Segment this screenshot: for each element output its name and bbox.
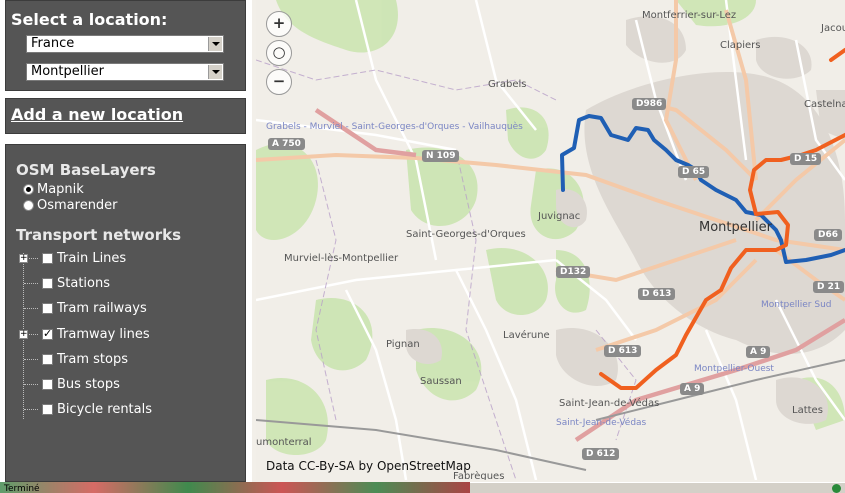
base-layer-label: Mapnik [37,182,84,197]
place-label: Juvignac [538,211,581,222]
zoom-in-button[interactable]: + [266,11,292,37]
zoom-world-icon[interactable]: ○ [267,41,291,65]
radio-unselected-icon[interactable] [23,200,34,211]
railway-label: Saint-Jean-de-Védas [556,418,647,428]
zoom-world-button[interactable]: ○ [266,40,292,66]
road-shield: D 613 [638,288,676,300]
radio-selected-icon[interactable] [23,184,34,195]
road-shield: A 9 [746,346,771,358]
zoom-out-button[interactable]: − [266,69,292,95]
transport-networks-title: Transport networks [16,226,182,244]
city-select-value: Montpellier [31,64,104,79]
layer-item-tramway-lines[interactable]: + Tramway lines [16,326,236,344]
layer-label: Stations [57,276,110,291]
status-bar-right [470,482,845,493]
location-title: Select a location: [11,10,168,29]
decorative-background [0,482,470,493]
place-label: Jacou [821,23,845,34]
road-shield: D 15 [790,153,822,165]
layer-label: Tram railways [57,301,147,316]
base-layer-osmarender[interactable]: Osmarender [23,199,118,215]
browser-status-bar: Terminé [0,482,845,493]
road-shield: D66 [814,229,842,241]
tree-connector [24,359,38,360]
place-label: Pignan [386,339,420,350]
layer-item-tram-railways[interactable]: Tram railways [16,300,236,318]
station-label: Montpellier-Ouest [694,364,774,374]
place-label: Lavérune [503,330,550,341]
sidebar: Select a location: France Montpellier Ad… [0,0,252,482]
station-label: Montpellier Sud [761,300,832,310]
country-select[interactable]: France [26,35,224,53]
place-label: Castelnau [804,99,845,110]
add-location-link[interactable]: Add a new location [11,105,183,124]
city-select[interactable]: Montpellier [26,63,224,81]
layer-label: Tramway lines [57,327,150,342]
layer-item-tram-stops[interactable]: Tram stops [16,351,236,369]
layer-label: Train Lines [57,251,127,266]
chevron-down-icon[interactable] [208,65,222,79]
layer-checkbox-checked[interactable] [42,327,53,340]
layer-checkbox[interactable] [42,404,53,415]
layer-label: Bus stops [57,377,120,392]
chevron-down-icon[interactable] [208,37,222,51]
location-panel: Select a location: France Montpellier [5,0,246,91]
road-shield: D 612 [582,448,620,460]
base-layer-mapnik[interactable]: Mapnik [23,183,84,199]
layer-label: Tram stops [57,352,128,367]
add-location-panel: Add a new location [5,98,246,134]
layer-checkbox[interactable] [42,303,53,314]
tree-connector [24,384,38,385]
road-shield: D132 [556,266,591,278]
place-label: Saussan [420,376,462,387]
road-shield: A 9 [680,383,705,395]
zoom-in-icon[interactable]: + [267,12,291,36]
layer-label: Bicycle rentals [57,402,153,417]
place-label: Lattes [792,405,823,416]
road-shield: D 65 [678,166,710,178]
layer-item-bicycle-rentals[interactable]: Bicycle rentals [16,401,236,419]
place-label: Saint-Jean-de-Védas [559,398,660,409]
base-layer-label: Osmarender [37,198,118,213]
status-text: Terminé [4,484,40,493]
place-label: Saint-Georges-d'Orques [406,229,526,240]
expand-plus-icon[interactable]: + [19,330,28,339]
layer-item-train-lines[interactable]: + Train Lines [16,250,236,268]
zoom-out-icon[interactable]: − [267,70,291,94]
layer-checkbox[interactable] [42,354,53,365]
road-shield: D986 [632,98,667,110]
place-label: Clapiers [720,40,761,51]
layer-switcher-panel: OSM BaseLayers Mapnik Osmarender Transpo… [5,144,246,482]
place-label: umonterral [256,437,312,448]
map-view[interactable]: + ○ − Montferrier-sur-Lez Clapiers Jacou… [256,0,845,480]
tree-connector [24,308,38,309]
layer-checkbox[interactable] [42,278,53,289]
road-shield: D 21 [813,281,845,293]
place-label: Grabels [488,79,527,90]
road-shield: D 613 [604,345,642,357]
layer-item-stations[interactable]: Stations [16,275,236,293]
place-label: Montferrier-sur-Lez [642,10,737,21]
road-shield: A 750 [268,138,305,150]
country-select-value: France [31,36,75,51]
tree-connector [24,409,38,410]
road-shield: N 109 [422,150,460,162]
railways [256,359,845,471]
railway-label: Grabels - Murviel - Saint-Georges-d'Orqu… [266,122,523,132]
tree-connector [24,283,38,284]
map-attribution: Data CC-By-SA by OpenStreetMap [266,459,471,473]
place-label: Murviel-lès-Montpellier [284,253,399,264]
internet-zone-icon [832,484,841,493]
layer-checkbox[interactable] [42,253,53,264]
tram-line-2-branch [829,48,845,62]
place-label-city: Montpellier [699,220,772,235]
layer-checkbox[interactable] [42,379,53,390]
expand-plus-icon[interactable]: + [19,254,28,263]
map-tiles [256,0,845,480]
base-layers-title: OSM BaseLayers [16,161,156,179]
layer-item-bus-stops[interactable]: Bus stops [16,376,236,394]
